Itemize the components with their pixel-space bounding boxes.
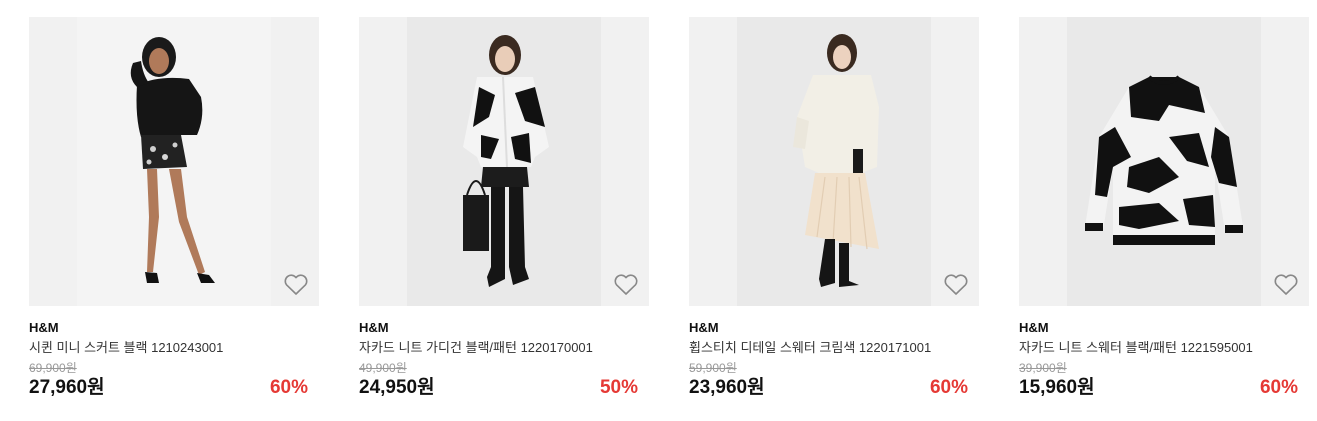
product-name[interactable]: 시퀸 미니 스커트 블랙 1210243001 [29,339,319,357]
heart-outline-icon[interactable] [1273,273,1299,297]
product-name[interactable]: 자카드 니트 스웨터 블랙/패턴 1221595001 [1019,339,1309,357]
product-name[interactable]: 자카드 니트 가디건 블랙/패턴 1220170001 [359,339,649,357]
product-image[interactable] [689,17,979,306]
heart-outline-icon[interactable] [613,273,639,297]
product-image[interactable] [29,17,319,306]
original-price: 69,900원 [29,361,77,375]
original-price: 49,900원 [359,361,407,375]
original-price: 59,900원 [689,361,737,375]
model-jacquard-cardigan-photo [463,35,549,287]
model-cream-sweater-photo [793,34,879,287]
product-card[interactable]: H&M 자카드 니트 가디건 블랙/패턴 1220170001 49,900원 … [359,17,649,401]
product-image[interactable] [359,17,649,306]
product-name[interactable]: 휩스티치 디테일 스웨터 크림색 1220171001 [689,339,979,357]
brand-name: H&M [29,320,59,335]
sale-price: 23,960원 [689,377,765,398]
discount-rate: 60% [269,377,308,398]
product-card[interactable]: H&M 시퀸 미니 스커트 블랙 1210243001 69,900원 27,9… [29,17,319,401]
sale-price: 27,960원 [29,377,105,398]
product-grid: H&M 시퀸 미니 스커트 블랙 1210243001 69,900원 27,9… [0,0,1317,421]
original-price: 39,900원 [1019,361,1067,375]
model-sequin-skirt-photo [130,37,215,283]
product-image[interactable] [1019,17,1309,306]
discount-rate: 60% [929,377,968,398]
brand-name: H&M [689,320,719,335]
sale-price: 24,950원 [359,377,435,398]
brand-name: H&M [359,320,389,335]
jacquard-sweater-flatlay-photo [1085,75,1243,245]
discount-rate: 50% [599,377,638,398]
brand-name: H&M [1019,320,1049,335]
product-card[interactable]: H&M 휩스티치 디테일 스웨터 크림색 1220171001 59,900원 … [689,17,979,401]
product-card[interactable]: H&M 자카드 니트 스웨터 블랙/패턴 1221595001 39,900원 … [1019,17,1309,401]
heart-outline-icon[interactable] [943,273,969,297]
sale-price: 15,960원 [1019,377,1095,398]
discount-rate: 60% [1259,377,1298,398]
heart-outline-icon[interactable] [283,273,309,297]
